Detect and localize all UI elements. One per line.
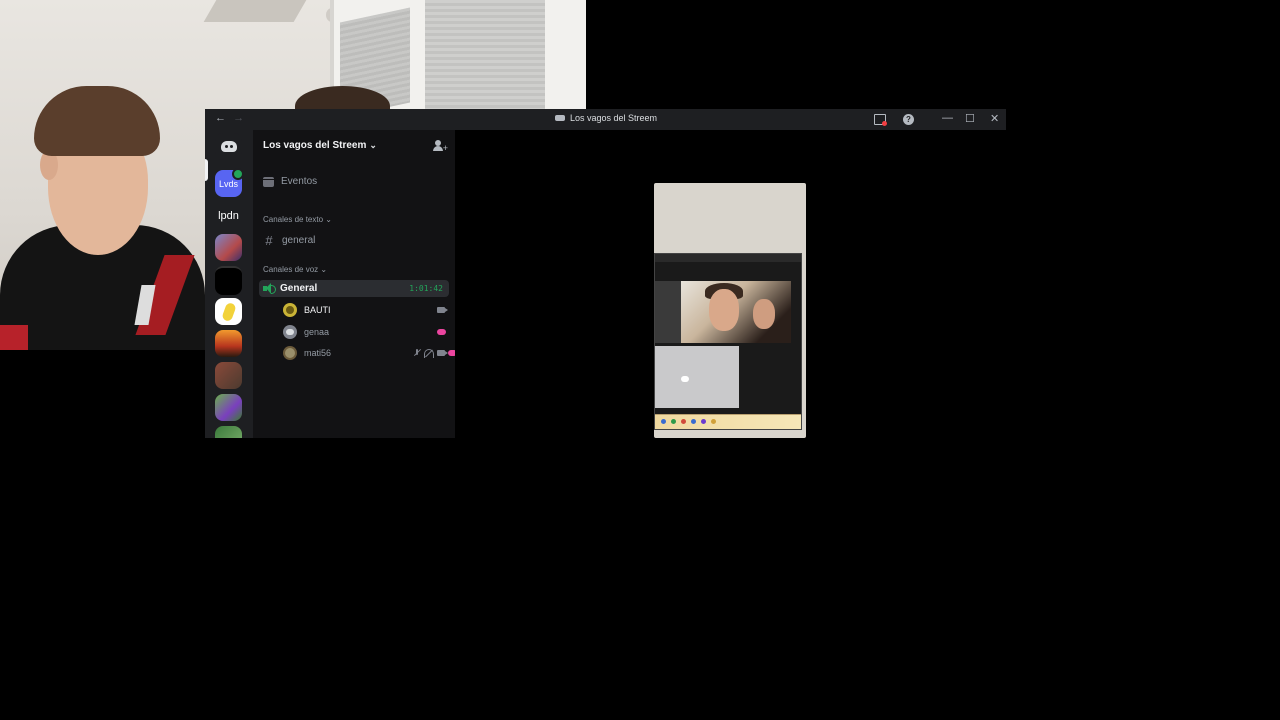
- discord-window: ← → Los vagos del Streem ? — ☐ ✕ Lvds lp…: [205, 109, 1006, 438]
- voice-channel-name: General: [280, 283, 318, 294]
- member-name: genaa: [304, 327, 330, 337]
- server-icon-label: Lvds: [218, 178, 238, 189]
- member-status-icons: [437, 302, 448, 318]
- voice-member-bauti[interactable]: BAUTI: [283, 302, 448, 318]
- window-title-text: Los vagos del Streem: [570, 113, 658, 123]
- close-button[interactable]: ✕: [990, 112, 999, 125]
- category-label: Canales de voz: [263, 265, 319, 274]
- category-voice-channels[interactable]: Canales de voz ⌄: [263, 265, 327, 274]
- voice-timer: 1:01:42: [409, 284, 443, 293]
- minimize-button[interactable]: —: [942, 112, 953, 124]
- avatar: [283, 346, 297, 360]
- server-mini-icon: [555, 115, 565, 121]
- home-button[interactable]: [215, 133, 242, 160]
- taskbar: [655, 414, 801, 429]
- member-status-icons: [437, 324, 446, 340]
- category-text-channels[interactable]: Canales de texto ⌄: [263, 215, 332, 224]
- voice-call-area: [455, 130, 1006, 438]
- text-channel-general[interactable]: # general: [263, 233, 315, 248]
- avatar: [283, 303, 297, 317]
- live-indicator-icon: [232, 168, 244, 180]
- server-name[interactable]: Los vagos del Streem ⌄: [263, 140, 377, 151]
- game-activity-icon: [437, 329, 446, 335]
- back-button[interactable]: ←: [215, 112, 226, 124]
- events-item[interactable]: Eventos: [263, 176, 317, 187]
- server-header[interactable]: Los vagos del Streem ⌄ +: [253, 130, 455, 164]
- server-icon-lpdn[interactable]: lpdn: [215, 202, 242, 229]
- person: [0, 80, 210, 350]
- chevron-down-icon: ⌄: [325, 215, 332, 224]
- server-icon[interactable]: [215, 234, 242, 261]
- help-button[interactable]: ?: [903, 114, 914, 125]
- server-icon[interactable]: [215, 394, 242, 421]
- wall-shadow: [203, 0, 307, 22]
- server-list: Lvds lpdn: [205, 130, 253, 438]
- nav-arrows: ← →: [215, 112, 244, 124]
- server-icon[interactable]: [215, 330, 242, 357]
- maximize-button[interactable]: ☐: [965, 112, 975, 125]
- chevron-down-icon: ⌄: [369, 140, 377, 150]
- banana-icon: [220, 301, 237, 322]
- server-icon[interactable]: [215, 426, 242, 438]
- voice-member-mati56[interactable]: mati56: [283, 345, 457, 361]
- member-status-icons: [413, 345, 457, 361]
- channel-name: general: [282, 235, 316, 246]
- server-icon-lvds[interactable]: Lvds: [215, 168, 244, 197]
- category-label: Canales de texto: [263, 215, 324, 224]
- calendar-icon: [263, 176, 274, 187]
- voice-member-genaa[interactable]: genaa: [283, 324, 446, 340]
- voice-channel-general[interactable]: General 1:01:42: [259, 280, 449, 297]
- member-name: mati56: [304, 348, 332, 358]
- server-icon[interactable]: [215, 298, 242, 325]
- selected-server-pill: [205, 159, 208, 181]
- server-icon[interactable]: [215, 266, 242, 295]
- camera-icon: [437, 307, 448, 313]
- forward-button[interactable]: →: [233, 112, 244, 124]
- window-title: Los vagos del Streem: [555, 113, 657, 123]
- video-stream-tile[interactable]: [654, 183, 806, 438]
- speaker-icon: [263, 283, 276, 294]
- laptop-screen: [654, 253, 802, 430]
- window-blind: [425, 0, 545, 110]
- avatar: [283, 325, 297, 339]
- chevron-down-icon: ⌄: [320, 265, 328, 274]
- deafened-icon: [424, 348, 434, 358]
- discord-logo-icon: [220, 141, 237, 152]
- channel-sidebar: Los vagos del Streem ⌄ + Eventos Canales …: [253, 130, 457, 438]
- camera-icon: [437, 350, 448, 356]
- screen-record-button[interactable]: [874, 114, 887, 126]
- muted-mic-icon: [413, 349, 421, 357]
- hashtag-icon: #: [265, 233, 273, 248]
- webcam-feed: [681, 281, 791, 343]
- help-icon: ?: [903, 114, 914, 125]
- server-name-text: Los vagos del Streem: [263, 140, 367, 151]
- invite-people-icon[interactable]: +: [433, 140, 448, 153]
- shirt-logo: [0, 325, 28, 350]
- server-icon[interactable]: [215, 362, 242, 389]
- events-label: Eventos: [281, 176, 318, 187]
- shared-screen: [655, 346, 739, 408]
- hair: [34, 86, 160, 156]
- screen-record-icon: [874, 114, 887, 126]
- title-bar: ← → Los vagos del Streem ? — ☐ ✕: [205, 109, 1006, 130]
- server-icon-label: lpdn: [218, 209, 239, 222]
- member-name: BAUTI: [304, 305, 331, 315]
